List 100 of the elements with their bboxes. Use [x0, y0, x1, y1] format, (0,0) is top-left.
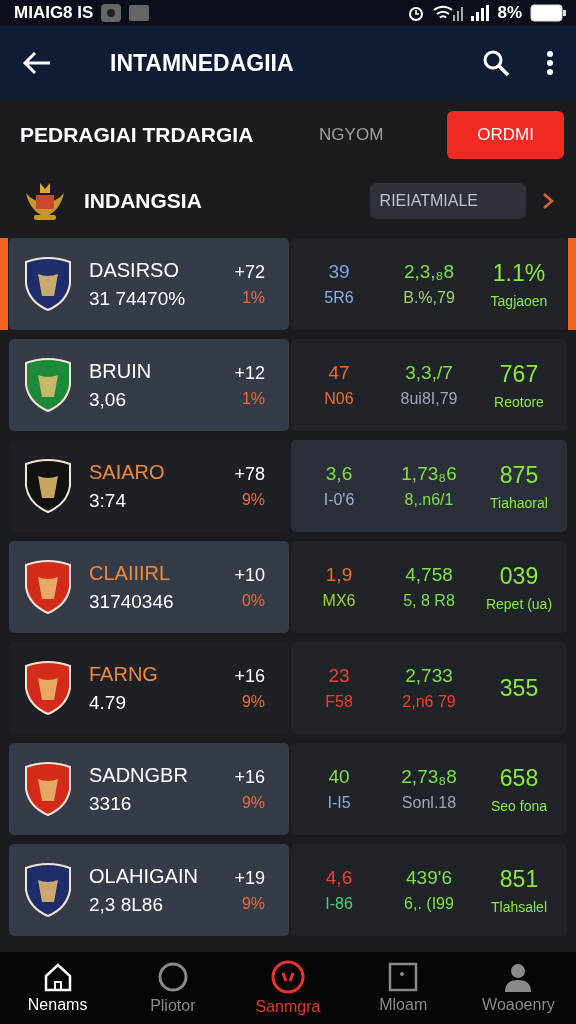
stat-label: F58	[325, 693, 353, 711]
team-card[interactable]: SAIARO 3:74 +78 9%	[9, 440, 289, 532]
change-percent: 1%	[241, 288, 265, 307]
team-name: BRUIN	[89, 359, 153, 383]
change-value: +19	[234, 867, 265, 889]
search-icon[interactable]	[482, 49, 510, 77]
stat-value: 355	[499, 674, 539, 702]
nav-item[interactable]: Nenams	[0, 962, 116, 1014]
stat-label: 6,. (I99	[404, 895, 454, 913]
battery-icon	[530, 4, 566, 22]
team-name: CLAIIIRL	[89, 561, 172, 585]
stat-value: 851	[499, 865, 539, 893]
team-card[interactable]: OLAHIGAIN 2,3 8L86 +19 9%	[9, 844, 289, 936]
team-score: 3316	[89, 792, 133, 815]
stat-value: 875	[499, 461, 539, 489]
team-card[interactable]: SADNGBR 3316 +16 9%	[9, 743, 289, 835]
team-card[interactable]: BRUIN 3,06 +12 1%	[9, 339, 289, 431]
stat-value: 3,3,/7	[405, 362, 453, 384]
stat-value: 1,73₈6	[401, 463, 457, 485]
change-value: +78	[234, 463, 265, 485]
team-name: DASIRSO	[89, 258, 181, 282]
square-icon	[388, 962, 419, 992]
stat-value: 2,73₈8	[401, 766, 457, 788]
stat-value: 1,9	[325, 564, 353, 586]
nav-item[interactable]: Mloam	[345, 962, 461, 1014]
stat-label: 5, 8 R8	[403, 592, 455, 610]
message-icon	[129, 5, 150, 21]
stat-label: 8ui8I,79	[400, 390, 458, 408]
stat-label: 2,n6 79	[402, 693, 456, 711]
team-score: 31 74470%	[89, 287, 187, 310]
filter-button[interactable]: RIEIATMIALE	[369, 183, 526, 219]
status-text: MIAIG8 IS	[14, 3, 94, 23]
wifi-icon	[433, 5, 464, 21]
stat-value: 39	[328, 261, 350, 283]
stat-label: 8,.n6/1	[404, 491, 454, 509]
stat-label: Tiahaoral	[490, 494, 548, 511]
change-percent: 9%	[241, 490, 265, 509]
stat-value: 4,758	[405, 564, 453, 586]
notification-icon	[101, 4, 122, 22]
stat-label: Reotore	[494, 393, 544, 410]
change-value: +72	[234, 261, 265, 283]
stat-label: N06	[324, 390, 354, 408]
nav-item[interactable]: Pliotor	[115, 961, 231, 1015]
stat-value: 039	[499, 562, 539, 590]
change-value: +16	[234, 665, 265, 687]
stat-label: Tlahsalel	[491, 898, 547, 915]
more-icon[interactable]	[546, 50, 554, 76]
stat-value: 4,6	[325, 867, 353, 889]
stat-label: B.%,79	[403, 289, 455, 307]
stat-label: Seo fona	[490, 797, 548, 814]
stat-value: 23	[328, 665, 350, 687]
tab[interactable]: ORDMI	[447, 111, 564, 159]
signal-icon	[471, 5, 490, 21]
team-card[interactable]: DASIRSO 31 74470% +72 1%	[9, 238, 289, 330]
stat-value: 2,733	[405, 665, 453, 687]
change-value: +16	[234, 766, 265, 788]
stat-label: MX6	[322, 592, 356, 610]
team-name: OLAHIGAIN	[89, 864, 199, 888]
team-name: SADNGBR	[89, 763, 189, 787]
change-value: +10	[234, 564, 265, 586]
stat-value: 47	[328, 362, 350, 384]
team-score: 2,3 8L86	[89, 893, 164, 916]
team-score: 3,06	[89, 388, 127, 411]
stat-label: Repet (ua)	[485, 595, 553, 612]
change-percent: 9%	[241, 692, 265, 711]
section-title: PEDRAGIAI TRDARGIA	[20, 123, 254, 147]
stat-label: I-0'6	[323, 491, 355, 509]
stat-label: Tagjaoen	[490, 292, 548, 309]
team-score: 31740346	[89, 590, 175, 613]
person-icon	[503, 962, 534, 992]
team-name: SAIARO	[89, 460, 166, 484]
team-name: FARNG	[89, 662, 159, 686]
battery-percent: 8%	[497, 3, 522, 23]
stat-value: 767	[499, 360, 539, 388]
stat-value: 3,6	[325, 463, 353, 485]
team-score: 3:74	[89, 489, 127, 512]
team-card[interactable]: CLAIIIRL 31740346 +10 0%	[9, 541, 289, 633]
back-arrow-icon[interactable]	[22, 51, 52, 75]
alarm-icon	[407, 4, 426, 22]
ball-icon	[271, 960, 305, 994]
stat-value: 40	[328, 766, 350, 788]
circle-icon	[156, 961, 189, 993]
change-percent: 9%	[241, 894, 265, 913]
team-score: 4.79	[89, 691, 127, 714]
change-value: +12	[234, 362, 265, 384]
stat-label: Sonl.18	[401, 794, 457, 812]
stat-label: I-86	[325, 895, 353, 913]
nav-item[interactable]: Woaoenry	[460, 962, 576, 1014]
chevron-right-icon[interactable]	[542, 192, 554, 210]
app-title: INTAMNEDAGIIA	[110, 49, 294, 77]
tab[interactable]: NGYOM	[305, 113, 398, 157]
stat-value: 658	[499, 764, 539, 792]
home-icon	[42, 962, 73, 992]
stat-value: 1.1%	[492, 259, 546, 287]
change-percent: 1%	[241, 389, 265, 408]
stat-label: I-I5	[327, 794, 351, 812]
change-percent: 0%	[241, 591, 265, 610]
team-card[interactable]: FARNG 4.79 +16 9%	[9, 642, 289, 734]
nav-item[interactable]: Sanmgra	[230, 960, 346, 1016]
stat-value: 439'6	[406, 867, 452, 889]
